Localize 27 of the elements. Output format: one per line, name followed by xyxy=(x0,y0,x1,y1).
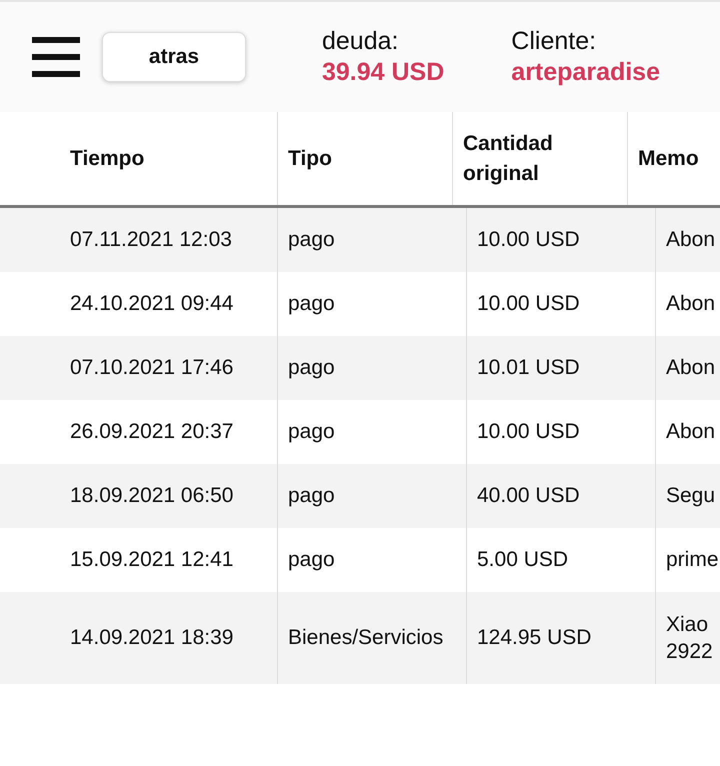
back-button[interactable]: atras xyxy=(102,32,246,82)
table-cell: Bienes/Servicios xyxy=(277,592,466,684)
memo-text: prime xyxy=(666,547,720,574)
column-header: Cantidad original xyxy=(452,112,627,205)
column-header: Memo xyxy=(627,112,720,205)
table-cell-text: 07.11.2021 12:03 xyxy=(69,227,233,254)
menu-icon[interactable] xyxy=(32,35,80,79)
memo-text: Abon xyxy=(666,419,716,446)
column-header: Tipo xyxy=(277,112,452,205)
memo-text: Segu xyxy=(666,483,716,510)
memo-text: Abon xyxy=(666,355,716,382)
debt-value: 39.94 USD xyxy=(322,58,444,87)
memo-text: 2922 xyxy=(666,639,714,665)
client-value: arteparadise xyxy=(511,58,660,87)
debt-label: deuda: xyxy=(322,27,400,56)
table-cell-text: 26.09.2021 20:37 xyxy=(69,419,234,446)
table-cell: 124.95 USD xyxy=(466,592,655,684)
memo-text: Xiao xyxy=(666,612,710,638)
table-cell-text: 24.10.2021 09:44 xyxy=(69,291,234,318)
memo-text: Abon xyxy=(666,227,716,254)
memo-text: Abon xyxy=(666,291,716,318)
table-cell-text: 15.09.2021 12:41 xyxy=(69,547,234,574)
table-cell-text: 18.09.2021 06:50 xyxy=(69,483,234,510)
client-label: Cliente: xyxy=(511,27,598,56)
column-header: Tiempo xyxy=(69,146,146,172)
table-cell-text: 14.09.2021 18:39 xyxy=(69,625,234,652)
table-cell-text: 07.10.2021 17:46 xyxy=(69,355,234,382)
